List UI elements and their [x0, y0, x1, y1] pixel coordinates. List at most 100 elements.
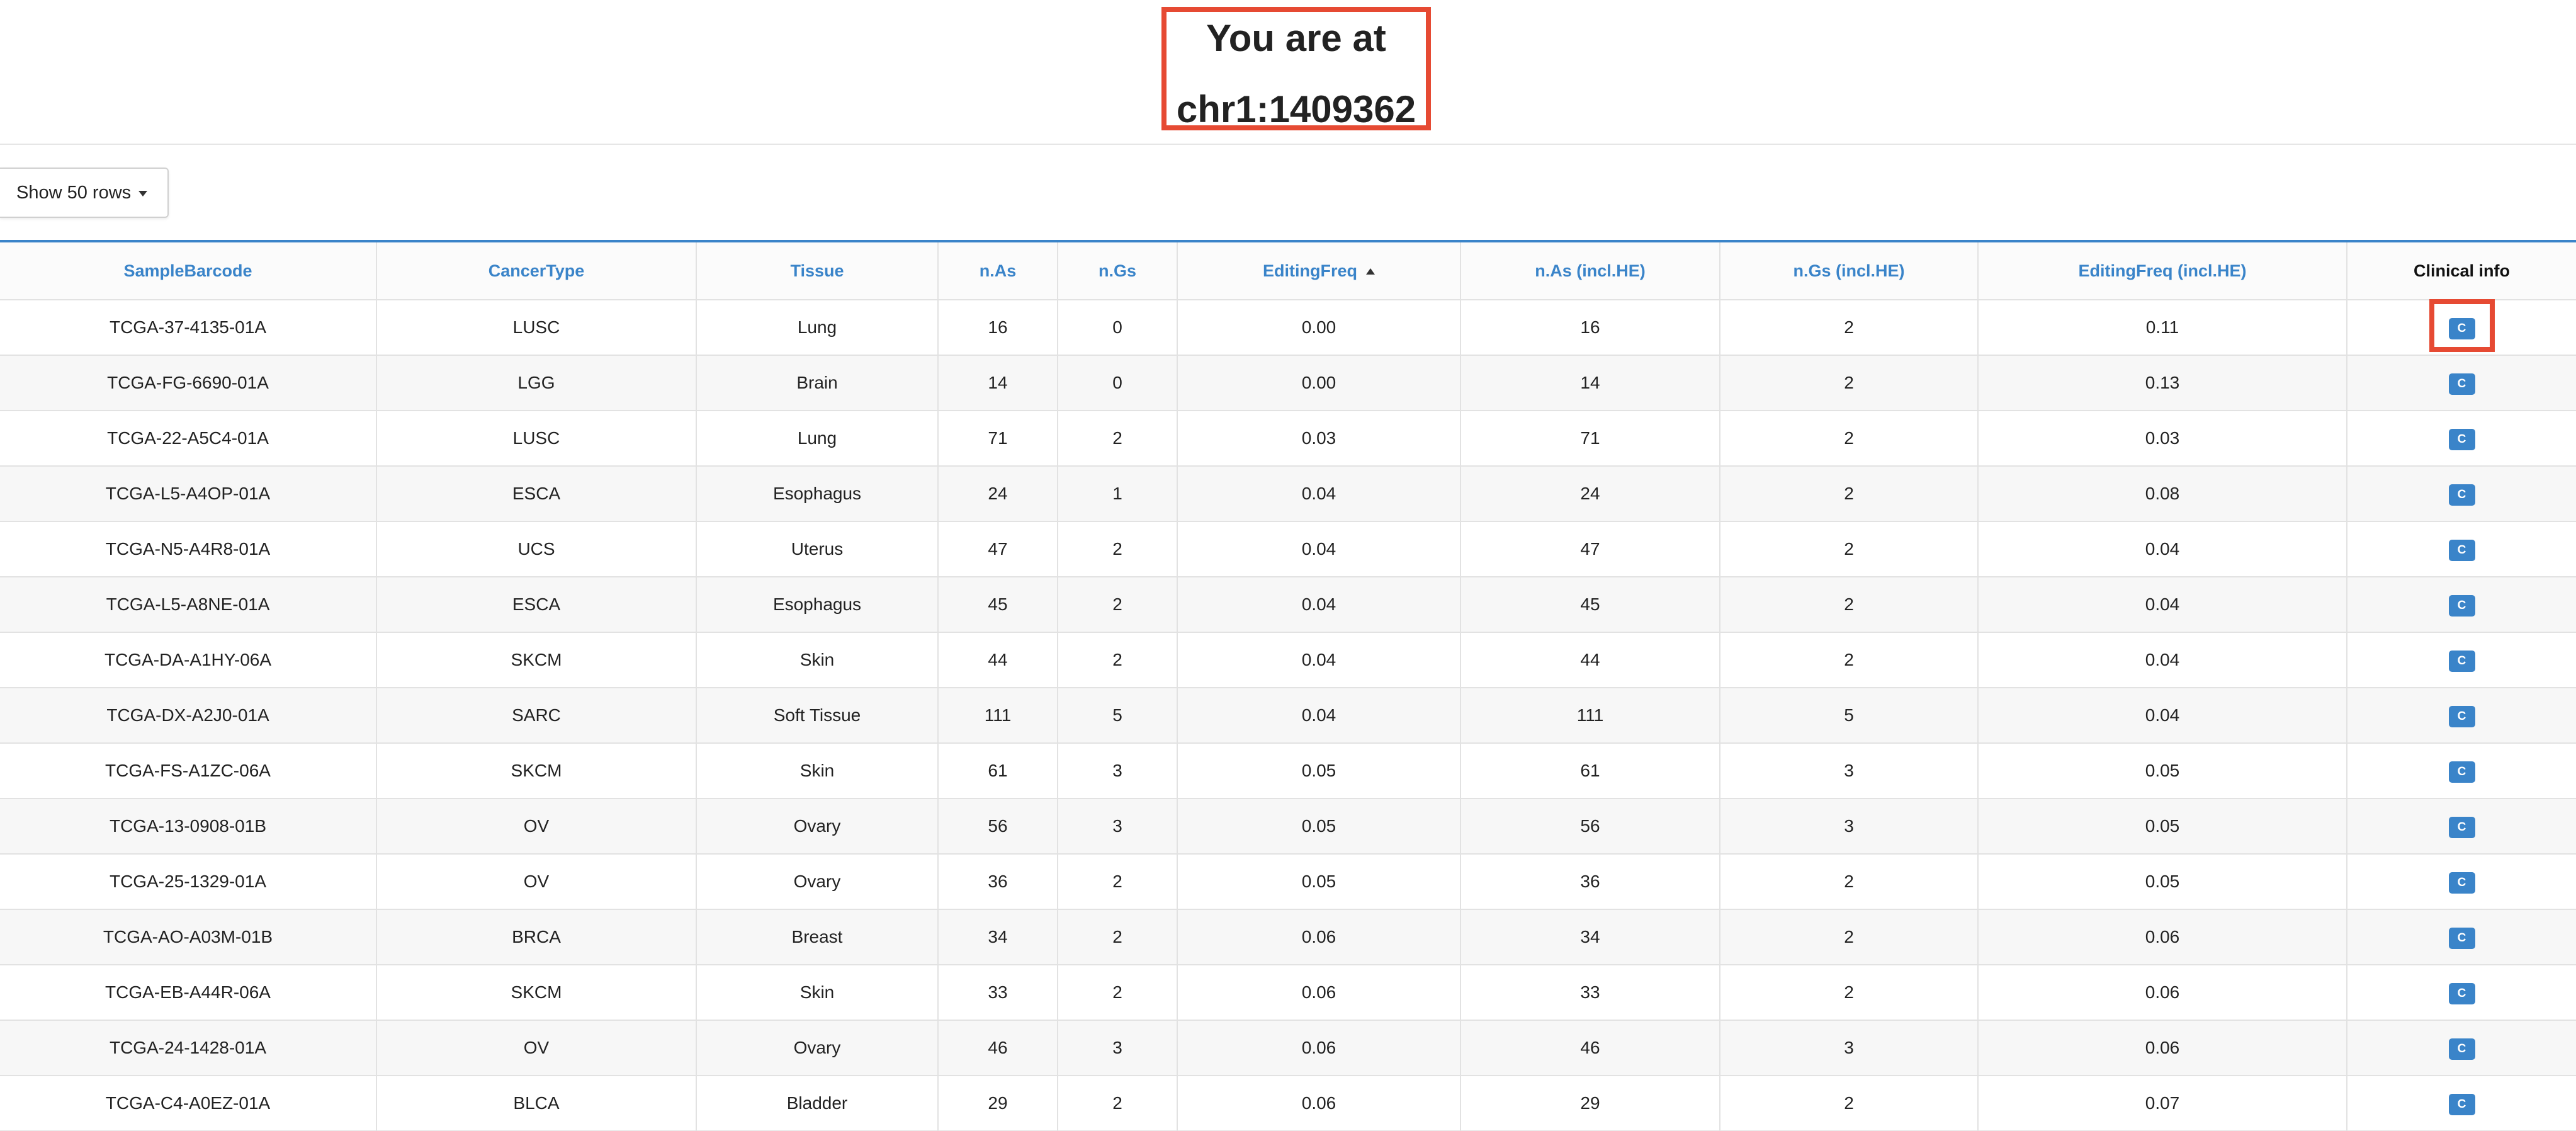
cell-samplebarcode: TCGA-DX-A2J0-01A	[0, 688, 377, 744]
clinical-info-button[interactable]: C	[2448, 927, 2475, 949]
cell-samplebarcode: TCGA-24-1428-01A	[0, 1020, 377, 1076]
cell-n-gs: 2	[1058, 521, 1178, 577]
table-row: TCGA-AO-A03M-01B BRCA Breast 34 2 0.06 34 2 0.06…	[0, 909, 2576, 965]
results-table: SampleBarcode CancerType Tissue n.As n.G…	[0, 240, 2576, 1131]
cell-tissue: Breast	[696, 909, 939, 965]
cell-n-gs: 3	[1058, 799, 1178, 855]
column-header-n-as-incl-he[interactable]: n.As (incl.HE)	[1460, 242, 1720, 300]
cell-editingfreq: 0.06	[1177, 909, 1461, 965]
clinical-info-button[interactable]: C	[2448, 594, 2475, 617]
cell-n-as-incl-he: 45	[1460, 577, 1720, 633]
clinical-info-button[interactable]: C	[2448, 761, 2475, 783]
cell-n-as: 24	[938, 466, 1058, 522]
cell-samplebarcode: TCGA-22-A5C4-01A	[0, 411, 377, 467]
cell-n-as-incl-he: 44	[1460, 632, 1720, 688]
cell-n-gs: 3	[1058, 1020, 1178, 1076]
cell-cancertype: LGG	[376, 355, 697, 411]
cell-n-gs: 2	[1058, 632, 1178, 688]
cell-clinical-info: C	[2347, 854, 2576, 910]
table-row: TCGA-37-4135-01A LUSC Lung 16 0 0.00 16 2 0.11 C	[0, 300, 2576, 356]
cell-n-as: 111	[938, 688, 1058, 744]
cell-n-as-incl-he: 46	[1460, 1020, 1720, 1076]
table-row: TCGA-13-0908-01B OV Ovary 56 3 0.05 56 3 0.05 C	[0, 799, 2576, 855]
clinical-info-button[interactable]: C	[2448, 816, 2475, 838]
clinical-info-button[interactable]: C	[2448, 428, 2475, 450]
cell-n-gs: 2	[1058, 411, 1178, 467]
cell-cancertype: BRCA	[376, 909, 697, 965]
cell-n-gs: 0	[1058, 355, 1178, 411]
cell-editingfreq-incl-he: 0.03	[1978, 411, 2347, 467]
cell-tissue: Ovary	[696, 799, 939, 855]
cell-clinical-info: C	[2347, 688, 2576, 744]
cell-tissue: Ovary	[696, 854, 939, 910]
cell-n-gs-incl-he: 2	[1720, 300, 1979, 356]
cell-n-as: 56	[938, 799, 1058, 855]
cell-editingfreq-incl-he: 0.04	[1978, 688, 2347, 744]
clinical-info-button[interactable]: C	[2448, 373, 2475, 395]
cell-samplebarcode: TCGA-DA-A1HY-06A	[0, 632, 377, 688]
clinical-info-button[interactable]: C	[2448, 650, 2475, 672]
cell-tissue: Skin	[696, 632, 939, 688]
table-row: TCGA-24-1428-01A OV Ovary 46 3 0.06 46 3 0.06 C	[0, 1020, 2576, 1076]
cell-cancertype: OV	[376, 799, 697, 855]
cell-n-as: 14	[938, 355, 1058, 411]
clinical-info-button[interactable]: C	[2448, 484, 2475, 506]
clinical-info-button[interactable]: C	[2448, 982, 2475, 1004]
cell-cancertype: ESCA	[376, 577, 697, 633]
column-header-cancertype[interactable]: CancerType	[376, 242, 697, 300]
cell-editingfreq: 0.00	[1177, 300, 1461, 356]
cell-cancertype: SARC	[376, 688, 697, 744]
cell-n-gs: 5	[1058, 688, 1178, 744]
cell-cancertype: SKCM	[376, 965, 697, 1021]
cell-cancertype: LUSC	[376, 300, 697, 356]
clinical-info-button[interactable]: C	[2448, 1093, 2475, 1115]
cell-editingfreq: 0.05	[1177, 854, 1461, 910]
cell-cancertype: LUSC	[376, 411, 697, 467]
cell-n-as: 16	[938, 300, 1058, 356]
location-coordinate: chr1:1409362	[1176, 88, 1416, 130]
cell-n-as-incl-he: 29	[1460, 1076, 1720, 1131]
cell-n-as-incl-he: 16	[1460, 300, 1720, 356]
cell-n-gs-incl-he: 2	[1720, 521, 1979, 577]
clinical-info-button[interactable]: C	[2448, 872, 2475, 894]
column-header-n-as[interactable]: n.As	[938, 242, 1058, 300]
cell-n-as: 71	[938, 411, 1058, 467]
cell-cancertype: SKCM	[376, 743, 697, 799]
cell-editingfreq-incl-he: 0.05	[1978, 799, 2347, 855]
cell-n-gs-incl-he: 3	[1720, 1020, 1979, 1076]
cell-tissue: Esophagus	[696, 577, 939, 633]
clinical-info-button[interactable]: C	[2448, 539, 2475, 561]
cell-n-as: 47	[938, 521, 1058, 577]
table-row: TCGA-DA-A1HY-06A SKCM Skin 44 2 0.04 44 2 0.04 C	[0, 632, 2576, 688]
location-title: You are at	[1206, 17, 1386, 59]
show-rows-label: Show 50 rows	[16, 182, 132, 203]
cell-n-as-incl-he: 14	[1460, 355, 1720, 411]
column-header-tissue[interactable]: Tissue	[696, 242, 939, 300]
cell-editingfreq: 0.04	[1177, 577, 1461, 633]
cell-editingfreq-incl-he: 0.06	[1978, 909, 2347, 965]
clinical-info-button[interactable]: C	[2448, 317, 2475, 339]
cell-editingfreq: 0.04	[1177, 466, 1461, 522]
cell-n-gs: 2	[1058, 909, 1178, 965]
caret-down-icon	[138, 191, 147, 196]
clinical-info-button[interactable]: C	[2448, 705, 2475, 727]
page: You are at chr1:1409362 Show 50 rows Sam…	[0, 0, 2576, 1131]
cell-n-gs-incl-he: 5	[1720, 688, 1979, 744]
cell-cancertype: UCS	[376, 521, 697, 577]
cell-n-gs-incl-he: 2	[1720, 466, 1979, 522]
column-header-samplebarcode[interactable]: SampleBarcode	[0, 242, 377, 300]
cell-n-as-incl-he: 56	[1460, 799, 1720, 855]
clinical-info-button[interactable]: C	[2448, 1038, 2475, 1060]
cell-tissue: Esophagus	[696, 466, 939, 522]
column-header-n-gs-incl-he[interactable]: n.Gs (incl.HE)	[1720, 242, 1979, 300]
cell-tissue: Skin	[696, 743, 939, 799]
table-row: TCGA-25-1329-01A OV Ovary 36 2 0.05 36 2 0.05 C	[0, 854, 2576, 910]
show-rows-dropdown[interactable]: Show 50 rows	[0, 168, 169, 218]
cell-editingfreq: 0.06	[1177, 1020, 1461, 1076]
column-header-n-gs[interactable]: n.Gs	[1058, 242, 1178, 300]
column-header-editingfreq[interactable]: EditingFreq	[1177, 242, 1461, 300]
cell-cancertype: ESCA	[376, 466, 697, 522]
column-header-editingfreq-incl-he[interactable]: EditingFreq (incl.HE)	[1978, 242, 2347, 300]
cell-n-as-incl-he: 33	[1460, 965, 1720, 1021]
cell-clinical-info: C	[2347, 466, 2576, 522]
